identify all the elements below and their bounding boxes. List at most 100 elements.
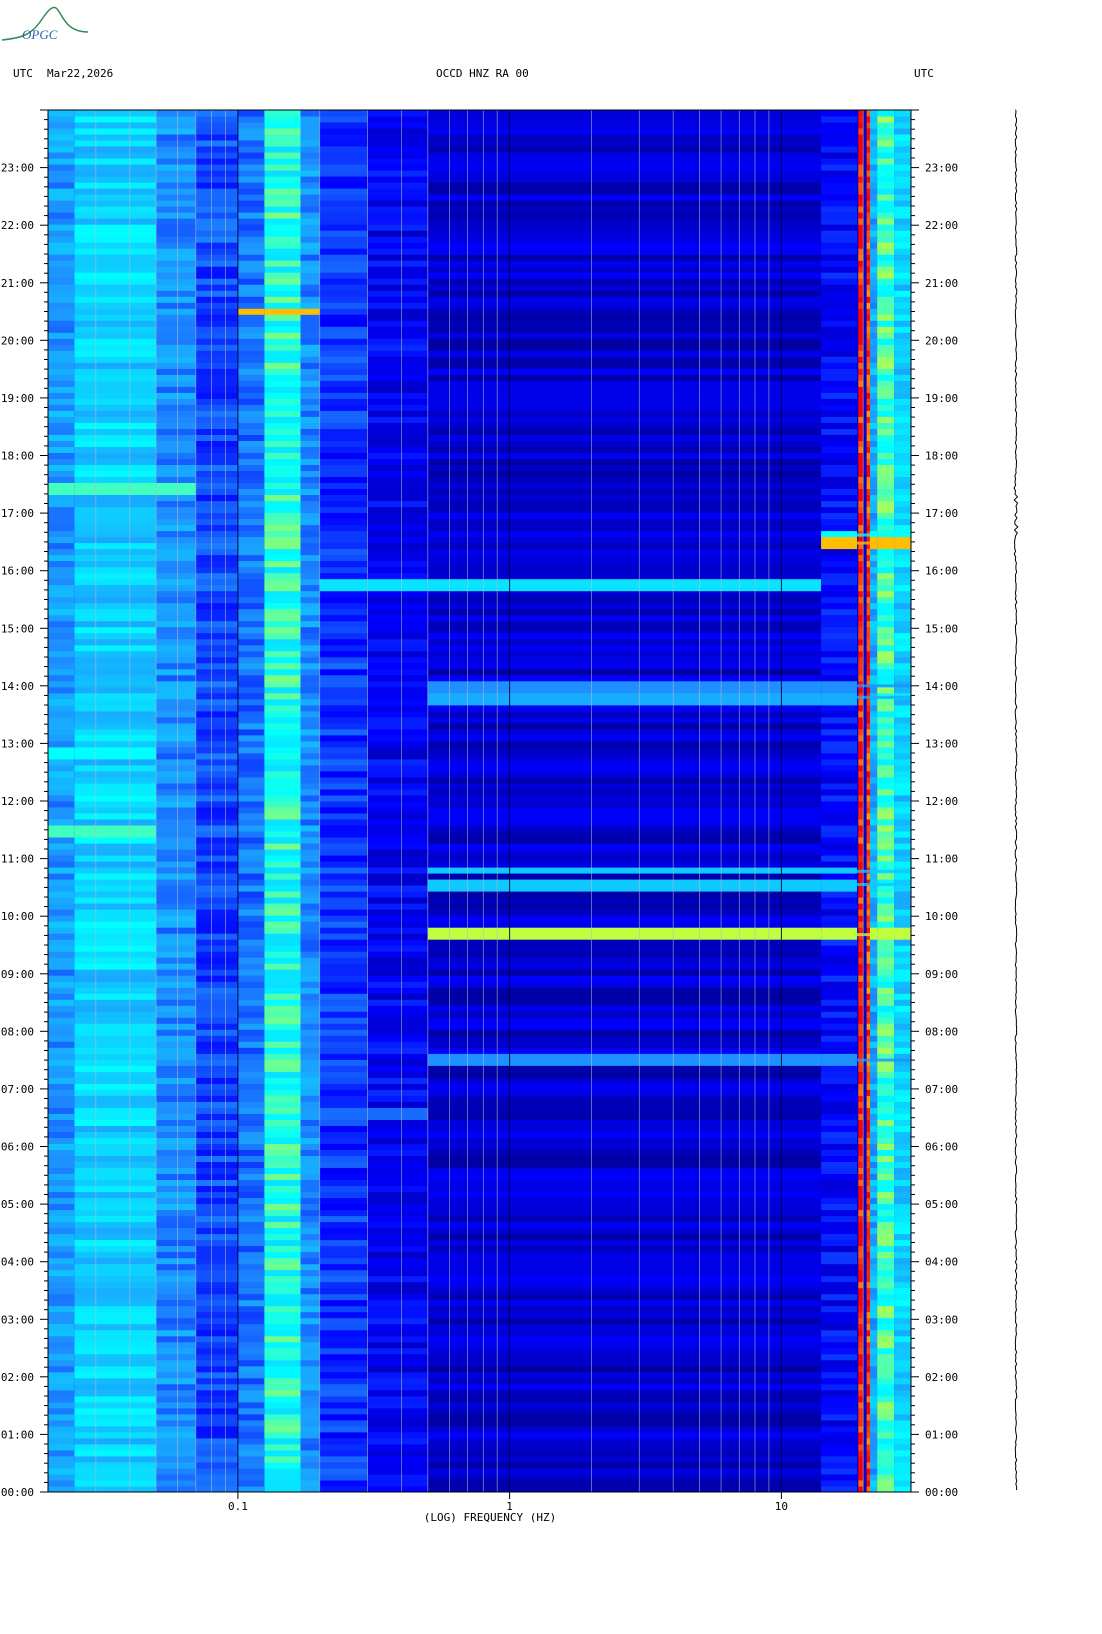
spectrogram-cell — [367, 464, 428, 471]
spectrogram-cell — [870, 170, 877, 177]
spectrogram-cell — [74, 386, 157, 393]
spectrogram-cell — [367, 1359, 428, 1367]
spectrogram-cell — [858, 1305, 864, 1313]
spectrogram-cell — [48, 398, 75, 405]
spectrogram-cell — [319, 861, 368, 868]
spectrogram-cell — [74, 662, 157, 670]
spectrogram-cell — [74, 122, 157, 129]
spectrogram-cell — [48, 1035, 75, 1042]
spectrogram-cell — [877, 945, 895, 952]
spectrogram-cell — [300, 188, 320, 195]
spectrogram-cell — [74, 716, 157, 724]
spectrogram-cell — [300, 212, 320, 219]
spectrogram-cell — [858, 1263, 864, 1271]
spectrogram-cell — [237, 686, 265, 694]
spectrogram-event-streak — [48, 828, 157, 832]
spectrogram-cell — [870, 1317, 877, 1325]
spectrogram-cell — [367, 530, 428, 538]
spectrogram-cell — [319, 1077, 368, 1084]
spectrogram-cell — [319, 1209, 368, 1217]
spectrogram-cell — [195, 644, 238, 652]
spectrogram-cell — [48, 296, 75, 303]
spectrogram-cell — [858, 1095, 864, 1102]
spectrogram-cell — [870, 500, 877, 508]
spectrogram-cell — [877, 590, 895, 598]
spectrogram-cell — [866, 795, 870, 802]
spectrogram-cell — [858, 560, 864, 568]
spectrogram-cell — [427, 1083, 821, 1090]
spectrogram-cell — [156, 680, 196, 688]
spectrogram-cell — [894, 644, 911, 652]
spectrogram-cell — [300, 266, 320, 273]
spectrogram-cell — [858, 861, 864, 868]
spectrogram-cell — [866, 290, 870, 297]
spectrogram-cell — [866, 734, 870, 742]
spectrogram-cell — [894, 1245, 911, 1253]
spectrogram-cell — [195, 608, 238, 616]
spectrogram-cell — [427, 1011, 821, 1018]
spectrogram-cell — [156, 1335, 196, 1343]
spectrogram-cell — [894, 789, 911, 796]
spectrogram-cell — [264, 1269, 301, 1277]
spectrogram-cell — [264, 128, 301, 135]
spectrogram-cell — [48, 993, 75, 1000]
spectrogram-cell — [237, 590, 265, 598]
spectrogram-cell — [866, 1317, 870, 1325]
spectrogram-cell — [367, 1311, 428, 1319]
spectrogram-cell — [894, 722, 911, 730]
spectrogram-cell — [866, 903, 870, 910]
spectrogram-cell — [156, 716, 196, 724]
spectrogram-cell — [74, 1329, 157, 1337]
spectrogram-cell — [237, 909, 265, 916]
spectrogram-cell — [48, 704, 75, 712]
spectrogram-cell — [821, 1407, 858, 1415]
spectrogram-cell — [870, 452, 877, 459]
spectrogram-cell — [894, 758, 911, 766]
spectrogram-cell — [74, 819, 157, 826]
spectrogram-cell — [237, 746, 265, 754]
spectrogram-cell — [821, 1413, 858, 1421]
spectrogram-cell — [367, 1239, 428, 1247]
spectrogram-cell — [877, 927, 895, 934]
spectrogram-cell — [319, 200, 368, 207]
spectrogram-cell — [237, 1215, 265, 1223]
spectrogram-cell — [894, 446, 911, 453]
spectrogram-cell — [870, 332, 877, 339]
spectrogram-cell — [870, 1101, 877, 1108]
spectrogram-cell — [427, 380, 821, 387]
spectrogram-cell — [319, 704, 368, 712]
spectrogram-cell — [237, 1437, 265, 1445]
spectrogram-cell — [300, 434, 320, 441]
spectrogram-cell — [866, 1119, 870, 1126]
spectrogram-cell — [877, 771, 895, 778]
spectrogram-cell — [866, 146, 870, 153]
spectrogram-cell — [894, 849, 911, 856]
spectrogram-cell — [870, 1143, 877, 1150]
spectrogram-cell — [300, 1065, 320, 1072]
time-label-left: 08:00 — [1, 1025, 34, 1038]
spectrogram-cell — [858, 548, 864, 556]
spectrogram-cell — [877, 200, 895, 207]
spectrogram-cell — [195, 1468, 238, 1475]
spectrogram-cell — [866, 1155, 870, 1162]
spectrogram-cell — [866, 837, 870, 844]
spectrogram-cell — [319, 680, 368, 688]
spectrogram-cell — [870, 837, 877, 844]
spectrogram-cell — [858, 1377, 864, 1385]
spectrogram-cell — [74, 194, 157, 201]
spectrogram-cell — [195, 734, 238, 742]
spectrogram-cell — [48, 1371, 75, 1379]
spectrogram-cell — [427, 740, 821, 748]
spectrogram-cell — [300, 1419, 320, 1427]
spectrogram-cell — [195, 158, 238, 165]
spectrogram-cell — [866, 825, 870, 832]
spectrogram-cell — [367, 374, 428, 381]
spectrogram-cell — [156, 458, 196, 465]
spectrogram-cell — [74, 1137, 157, 1144]
spectrogram-cell — [195, 386, 238, 393]
spectrogram-cell — [195, 404, 238, 411]
spectrogram-cell — [156, 1239, 196, 1247]
spectrogram-cell — [870, 314, 877, 321]
spectrogram-cell — [48, 903, 75, 910]
spectrogram-cell — [894, 1203, 911, 1211]
